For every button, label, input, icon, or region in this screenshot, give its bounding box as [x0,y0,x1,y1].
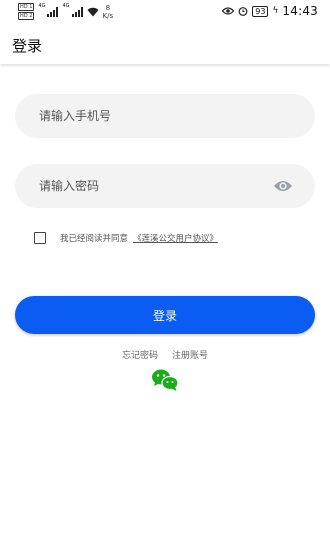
login-button[interactable]: 登录 [15,296,315,334]
eye-comfort-icon [222,7,235,15]
wechat-icon[interactable] [151,368,179,392]
page-title: 登录 [12,37,43,55]
wifi-icon [87,7,99,16]
signal2-icon [71,6,83,17]
password-input[interactable] [39,164,269,208]
alarm-icon [238,7,248,16]
battery-indicator: 93 [252,5,269,17]
network2-label: 4G [62,3,70,9]
app-header: 登录 [0,26,330,64]
status-bar: HD 1 HD 2 4G 4G 8 K/s 93 ϟ 14:43 [0,0,330,26]
sim-indicators: HD 1 HD 2 [18,3,35,20]
agreement-text: 我已经阅读并同意 [60,234,129,244]
speed-value: 8 [105,3,111,12]
status-left: HD 1 HD 2 4G 4G 8 K/s [18,3,113,20]
sim1-badge: HD 1 [18,3,35,11]
speed-unit: K/s [102,11,114,20]
status-right: 93 ϟ 14:43 [222,4,318,18]
phone-field[interactable] [15,94,315,138]
register-link[interactable]: 注册账号 [172,348,208,361]
network1-label: 4G [38,3,46,9]
eye-icon[interactable] [273,179,293,193]
forgot-password-link[interactable]: 忘记密码 [122,348,158,361]
charging-icon: ϟ [272,6,279,16]
phone-input[interactable] [39,94,269,138]
signal1-icon [47,6,59,17]
network-speed: 8 K/s [103,4,114,20]
agreement-row: 我已经阅读并同意 《莲溪公交用户协议》 [34,232,218,244]
clock: 14:43 [282,4,318,18]
sim2-badge: HD 2 [18,12,35,20]
secondary-links: 忘记密码 注册账号 [0,348,330,361]
password-field[interactable] [15,164,315,208]
agreement-checkbox[interactable] [34,232,46,244]
agreement-link[interactable]: 《莲溪公交用户协议》 [133,232,218,244]
